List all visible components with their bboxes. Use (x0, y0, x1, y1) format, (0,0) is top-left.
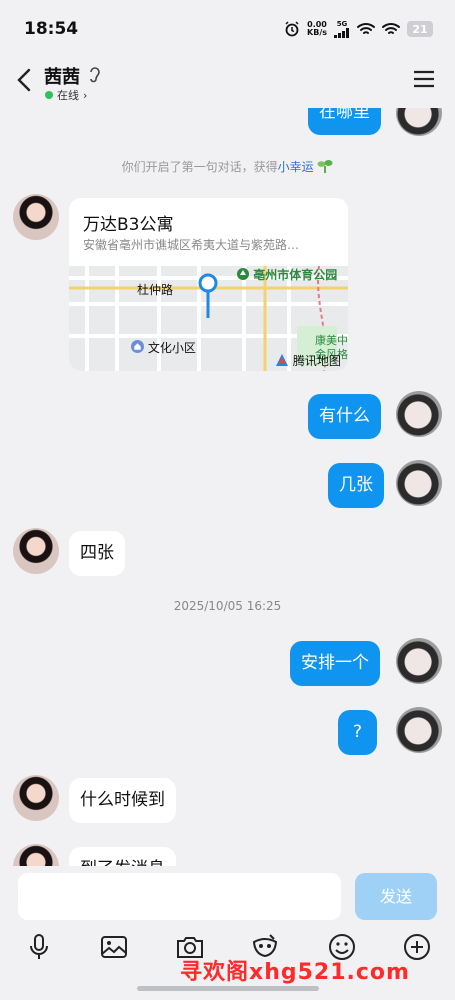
my-avatar[interactable] (396, 707, 442, 753)
system-notice-text: 你们开启了第一句对话，获得 (121, 160, 278, 174)
message-bubble[interactable]: 几张 (328, 463, 384, 508)
status-icons: 0.00 KB/s 5G 21 (284, 20, 433, 38)
map-watermark: 腾讯地图 (275, 352, 341, 369)
map-label-park: 亳州市体育公园 (237, 266, 337, 283)
online-status[interactable]: 在线 › (45, 87, 87, 103)
signal-bars-icon (334, 28, 349, 38)
map-watermark-text: 腾讯地图 (292, 354, 341, 368)
message-input[interactable] (18, 873, 341, 920)
menu-icon[interactable] (413, 70, 435, 88)
online-dot (45, 91, 53, 99)
message-bubble[interactable]: 安排一个 (290, 641, 380, 686)
timestamp: 2025/10/05 16:25 (173, 599, 282, 613)
map-pin-icon (198, 273, 218, 318)
message-bubble[interactable]: 什么时候到 (69, 778, 176, 823)
status-time: 18:54 (24, 19, 79, 39)
system-notice: 你们开启了第一句对话，获得小幸运 (0, 158, 455, 175)
map-label-road: 杜仲路 (137, 283, 174, 297)
location-map[interactable]: 杜仲路 亳州市体育公园 康美中 金风格 文化小区 腾讯地图 (69, 266, 348, 371)
net-speed-unit: KB/s (307, 28, 327, 37)
message-bubble[interactable]: 有什么 (308, 394, 381, 439)
home-indicator[interactable] (137, 986, 319, 991)
message-bubble[interactable]: ? (338, 710, 378, 755)
map-label-park-text: 亳州市体育公园 (253, 268, 338, 282)
contact-avatar[interactable] (13, 775, 59, 821)
wifi-icon-2 (382, 23, 400, 34)
signal-5g: 5G (334, 20, 350, 38)
alarm-icon (285, 21, 299, 37)
chevron-right-icon: › (83, 88, 88, 102)
sprout-icon (317, 160, 333, 173)
message-bubble[interactable]: 四张 (69, 531, 125, 576)
wifi-icon (357, 23, 375, 34)
my-avatar[interactable] (396, 638, 442, 684)
site-watermark: 寻欢阁xhg521.com (180, 960, 410, 985)
online-label: 在线 (57, 89, 79, 102)
back-icon[interactable] (14, 66, 36, 94)
map-label-community-text: 文化小区 (147, 341, 196, 355)
contact-avatar[interactable] (13, 528, 59, 574)
ear-icon[interactable] (88, 65, 102, 83)
map-label-community: 文化小区 (131, 339, 196, 356)
status-bar: 18:54 0.00 KB/s 5G 21 (0, 0, 455, 60)
location-address: 安徽省亳州市谯城区希夷大道与紫苑路… (83, 238, 300, 252)
system-notice-link[interactable]: 小幸运 (278, 160, 314, 174)
signal-label: 5G (336, 20, 348, 28)
contact-name[interactable]: 茜茜 (44, 63, 80, 89)
my-avatar[interactable] (396, 391, 442, 437)
image-icon[interactable] (99, 932, 129, 962)
location-card[interactable]: 万达B3公寓 安徽省亳州市谯城区希夷大道与紫苑路… 杜仲路 亳州市体育公园 康美… (69, 198, 348, 371)
tencent-map-icon (276, 354, 288, 366)
message-list[interactable]: 在哪里 你们开启了第一句对话，获得小幸运 万达B3公寓 安徽省亳州市谯城区希夷大… (0, 60, 455, 870)
contact-avatar[interactable] (13, 194, 59, 240)
park-icon (237, 268, 249, 280)
chat-header: 茜茜 在线 › (0, 60, 455, 108)
location-title: 万达B3公寓 (83, 215, 174, 235)
home-icon (131, 340, 144, 353)
send-button[interactable]: 发送 (355, 873, 437, 920)
my-avatar[interactable] (396, 460, 442, 506)
battery-indicator: 21 (407, 21, 433, 37)
network-speed: 0.00 KB/s (307, 21, 327, 37)
microphone-icon[interactable] (24, 932, 54, 962)
